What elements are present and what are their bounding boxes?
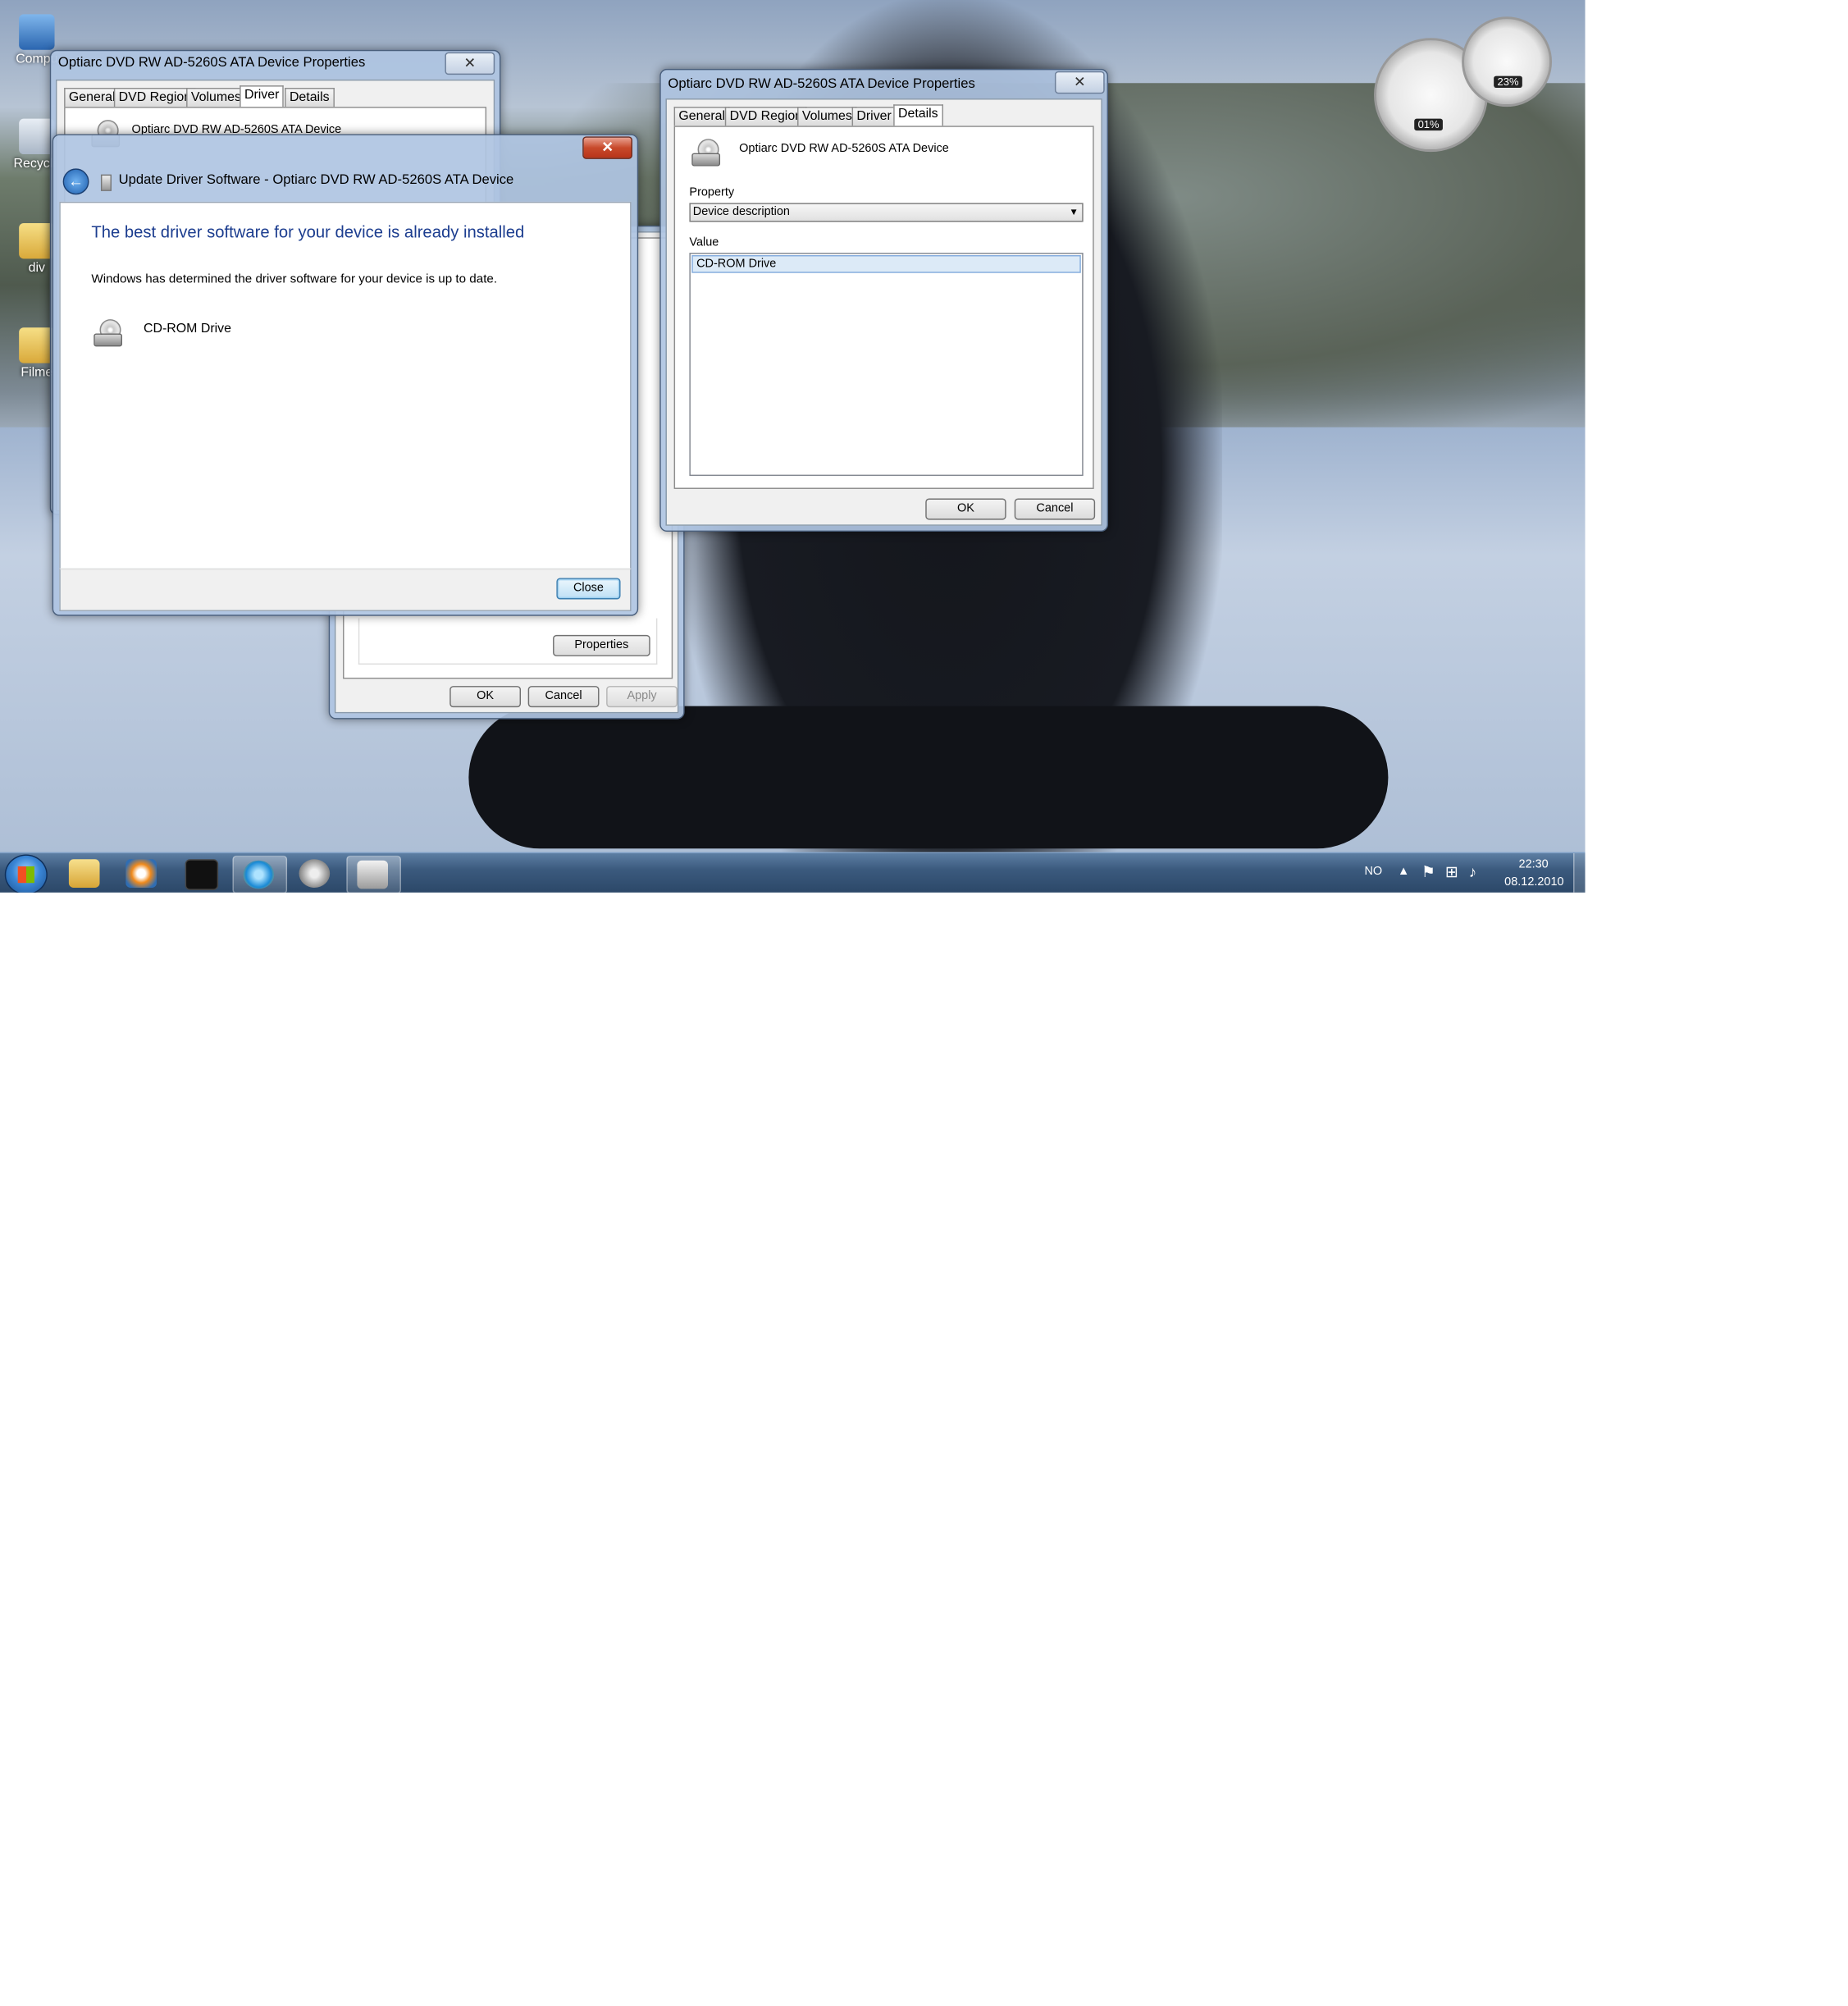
tab-volumes[interactable]: Volumes [797, 107, 857, 126]
tab-details[interactable]: Details [893, 104, 943, 126]
close-button[interactable]: Close [556, 578, 621, 600]
taskbar-properties-window[interactable] [346, 855, 401, 893]
tab-dvd-region[interactable]: DVD Region [113, 88, 196, 107]
language-indicator[interactable]: NO [1364, 865, 1382, 878]
show-hidden-icons-button[interactable]: ▲ [1398, 865, 1409, 878]
memory-usage-label: 23% [1494, 75, 1522, 89]
tab-driver[interactable]: Driver [240, 85, 285, 107]
network-icon[interactable]: ⊞ [1445, 863, 1458, 882]
close-button[interactable]: ✕ [1054, 71, 1105, 94]
tab-general[interactable]: General [673, 107, 730, 126]
value-listbox[interactable]: CD-ROM Drive [689, 253, 1084, 477]
tab-general[interactable]: General [64, 88, 121, 107]
ok-button[interactable]: OK [925, 498, 1006, 520]
apply-button: Apply [606, 686, 678, 708]
volume-icon[interactable]: ♪ [1469, 863, 1476, 881]
taskbar: NO ▲ ⚑ ⊞ ♪ 22:30 08.12.2010 [0, 852, 1586, 893]
clock-time[interactable]: 22:30 [1519, 858, 1549, 871]
update-driver-dialog[interactable]: ✕ ← Update Driver Software - Optiarc DVD… [52, 134, 639, 616]
taskbar-explorer[interactable] [59, 856, 112, 891]
property-dropdown[interactable]: Device description ▼ [689, 203, 1084, 222]
taskbar-media-player[interactable] [116, 856, 169, 891]
chevron-down-icon: ▼ [1069, 206, 1079, 217]
memory-meter-gadget[interactable]: 23% [1462, 16, 1553, 107]
computer-icon [19, 14, 55, 50]
dvd-drive-icon [689, 139, 721, 167]
tab-dvd-region[interactable]: DVD Region [724, 107, 807, 126]
property-label: Property [689, 186, 735, 200]
flag-icon[interactable]: ⚑ [1421, 863, 1435, 882]
value-label: Value [689, 235, 719, 249]
ok-button[interactable]: OK [449, 686, 522, 708]
device-manager-icon [299, 859, 331, 888]
result-heading: The best driver software for your device… [91, 222, 525, 241]
taskbar-device-manager[interactable] [290, 856, 342, 891]
xfx-icon [185, 859, 219, 890]
show-desktop-button[interactable] [1573, 853, 1586, 893]
taskbar-internet-explorer[interactable] [232, 855, 288, 893]
media-player-icon [125, 859, 157, 888]
window-title: Optiarc DVD RW AD-5260S ATA Device Prope… [57, 55, 366, 71]
cdrom-drive-icon [91, 319, 122, 348]
close-button[interactable]: ✕ [445, 52, 495, 75]
device-name: Optiarc DVD RW AD-5260S ATA Device [739, 142, 949, 156]
dialog-title: Update Driver Software - Optiarc DVD RW … [118, 173, 514, 188]
start-button[interactable] [4, 854, 48, 893]
back-arrow-button[interactable]: ← [62, 168, 89, 195]
properties-window-front[interactable]: Optiarc DVD RW AD-5260S ATA Device Prope… [659, 68, 1109, 532]
dvd-small-icon [100, 174, 112, 191]
dvd-drive-icon [357, 860, 389, 889]
cancel-button[interactable]: Cancel [1014, 498, 1096, 520]
result-message: Windows has determined the driver softwa… [91, 272, 498, 286]
back-arrow-icon: ← [68, 171, 84, 190]
clock-date[interactable]: 08.12.2010 [1504, 876, 1563, 889]
desktop: Compu Recycle div Filme 01% 23% Optiarc … [0, 0, 1586, 893]
details-panel: Optiarc DVD RW AD-5260S ATA Device Prope… [673, 126, 1094, 489]
tab-volumes[interactable]: Volumes [186, 88, 246, 107]
value-list-item[interactable]: CD-ROM Drive [691, 254, 1081, 273]
dialog-footer: Close [59, 568, 632, 611]
tab-details[interactable]: Details [285, 88, 335, 107]
device-label: CD-ROM Drive [144, 322, 231, 336]
windows-logo-icon [17, 866, 34, 884]
cancel-button[interactable]: Cancel [527, 686, 600, 708]
folder-icon [68, 859, 100, 888]
properties-button[interactable]: Properties [553, 634, 650, 656]
taskbar-xfx[interactable] [176, 856, 228, 891]
tab-driver[interactable]: Driver [851, 107, 897, 126]
property-dropdown-value: Device description [692, 205, 790, 219]
close-x-button[interactable]: ✕ [582, 136, 632, 159]
wallpaper-snowboard [468, 706, 1389, 849]
properties-body: General DVD Region Volumes Driver Detail… [665, 98, 1102, 526]
internet-explorer-icon [243, 860, 275, 889]
cpu-usage-label: 01% [1414, 118, 1443, 131]
dialog-content: The best driver software for your device… [59, 201, 632, 570]
window-title: Optiarc DVD RW AD-5260S ATA Device Prope… [668, 77, 975, 92]
